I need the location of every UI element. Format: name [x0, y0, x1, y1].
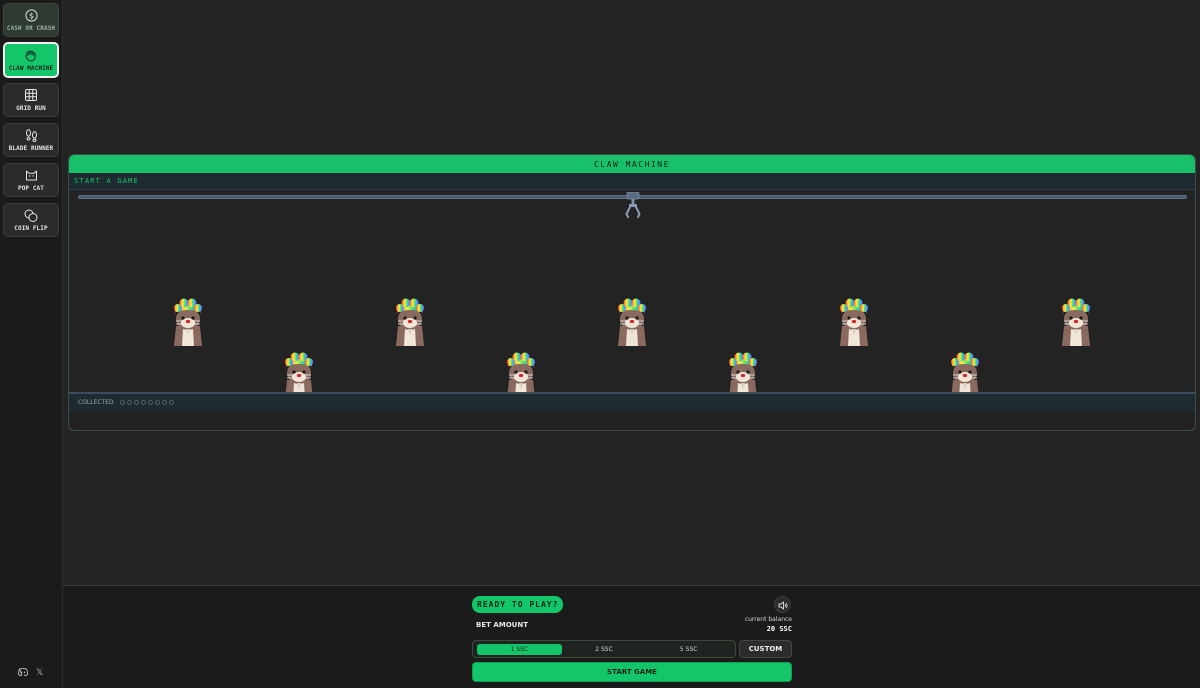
collected-slot [119, 400, 125, 405]
collected-slot [147, 400, 153, 405]
collected-slots [119, 400, 174, 405]
sidebar-item-blade-runner[interactable]: BLADE RUNNER [3, 123, 59, 157]
bet-option-5-ssc[interactable]: 5 SSC [646, 644, 731, 655]
social-links: 𝕏 [17, 668, 43, 679]
sidebar-item-label: POP CAT [18, 185, 44, 192]
grid-icon [24, 88, 38, 102]
custom-bet-button[interactable]: CUSTOM [739, 640, 792, 658]
game-status: START A GAME [69, 173, 1195, 190]
panel-title: CLAW MACHINE [69, 155, 1195, 173]
sidebar-item-label: CLAW MACHINE [8, 65, 54, 72]
cat-icon [24, 168, 38, 182]
collected-bar: COLLECTED [69, 392, 1195, 411]
sidebar-item-claw-machine[interactable]: CLAW MACHINE [3, 42, 59, 78]
sidebar-item-label: BLADE RUNNER [8, 145, 54, 152]
sidebar-item-label: COIN FLIP [14, 225, 48, 232]
x-icon[interactable]: 𝕏 [36, 668, 43, 679]
start-game-button[interactable]: START GAME [472, 662, 792, 682]
sidebar-item-grid-run[interactable]: GRID RUN [3, 83, 59, 117]
bet-option-2-ssc[interactable]: 2 SSC [562, 644, 647, 655]
speaker-icon [778, 595, 788, 614]
collected-slot [161, 400, 167, 405]
balance-label: current balance [744, 616, 792, 623]
bet-amount-label: BET AMOUNT [476, 621, 528, 629]
collected-slot [168, 400, 174, 405]
collected-slot [154, 400, 160, 405]
collected-slot [133, 400, 139, 405]
ready-badge: READY TO PLAY? [472, 596, 564, 613]
sidebar-item-label: CASH OR CRASH [6, 25, 56, 32]
sidebar-item-cash-or-crash[interactable]: $ CASH OR CRASH [3, 3, 59, 37]
svg-text:$: $ [28, 11, 33, 20]
prize-otter [1058, 296, 1094, 346]
discord-icon[interactable] [17, 668, 29, 679]
prize-otter [836, 296, 872, 346]
bet-option-1-ssc[interactable]: 1 SSC [477, 643, 562, 655]
sidebar-item-pop-cat[interactable]: POP CAT [3, 163, 59, 197]
dollar-icon: $ [24, 8, 38, 22]
prize-otter [170, 296, 206, 346]
bet-controls: READY TO PLAY? BET AMOUNT current balanc… [63, 585, 1200, 688]
claw-hand-icon [24, 48, 38, 62]
sidebar-item-label: GRID RUN [16, 105, 46, 112]
claw-arena: COLLECTED [69, 190, 1195, 411]
collected-slot [140, 400, 146, 405]
prize-otter [392, 296, 428, 346]
sidebar-item-coin-flip[interactable]: COIN FLIP [3, 203, 59, 237]
balance-value: 20 SSC [766, 625, 792, 633]
collected-slot [126, 400, 132, 405]
sidebar: $ CASH OR CRASH CLAW MACHINE GRID RUN BL… [0, 0, 63, 688]
coins-icon [24, 208, 38, 222]
claw[interactable] [624, 192, 642, 218]
sound-toggle[interactable] [774, 596, 791, 613]
footprints-icon [24, 128, 38, 142]
prize-otter [614, 296, 650, 346]
collected-label: COLLECTED [78, 399, 114, 406]
claw-machine-panel: CLAW MACHINE START A GAME COLLECTED [68, 154, 1196, 431]
bet-options: 1 SSC 2 SSC 5 SSC [472, 640, 736, 658]
app-root: $ CASH OR CRASH CLAW MACHINE GRID RUN BL… [0, 0, 1200, 688]
